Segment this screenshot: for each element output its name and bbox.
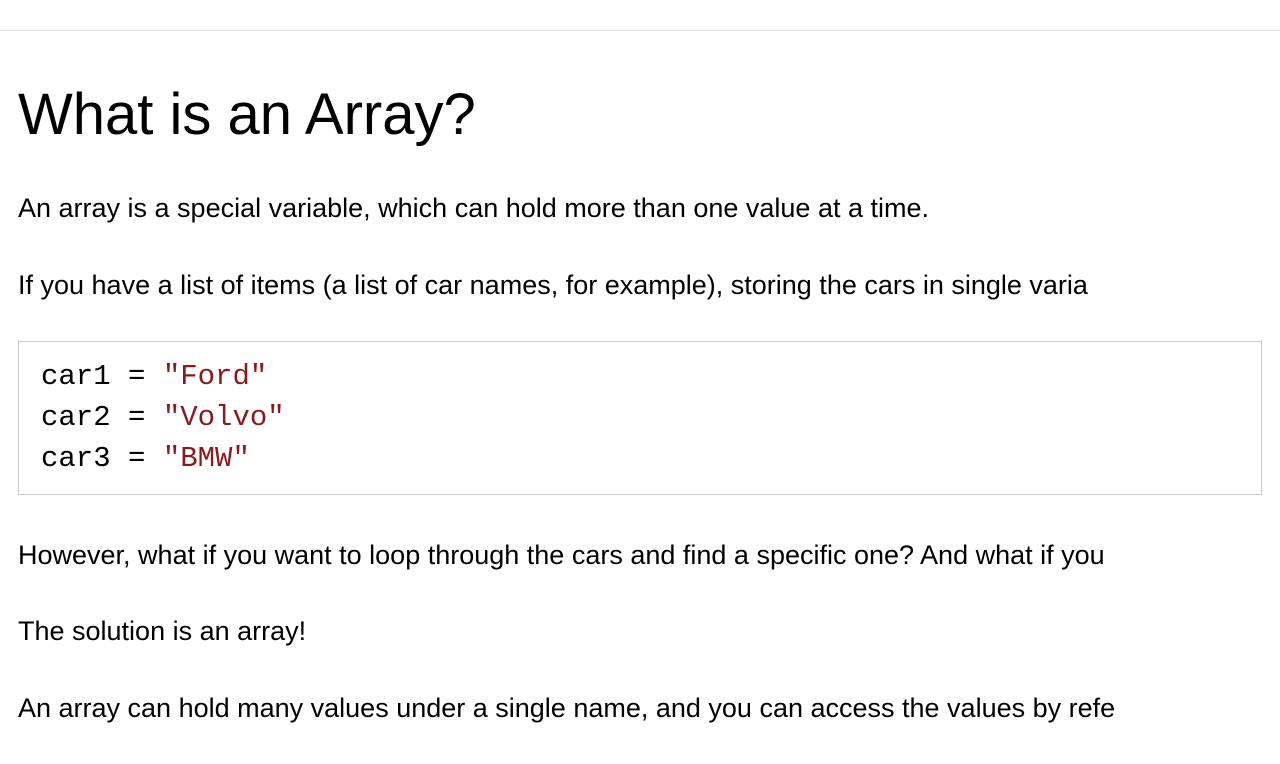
- code-operator: =: [128, 360, 163, 393]
- paragraph-question: However, what if you want to loop throug…: [18, 535, 1262, 576]
- code-string: "BMW": [163, 442, 250, 475]
- code-operator: =: [128, 401, 163, 434]
- code-variable: car1: [41, 360, 128, 393]
- code-variable: car3: [41, 442, 128, 475]
- code-example: car1 = "Ford" car2 = "Volvo" car3 = "BMW…: [18, 341, 1262, 495]
- code-string: "Volvo": [163, 401, 285, 434]
- paragraph-example-intro: If you have a list of items (a list of c…: [18, 265, 1262, 306]
- code-string: "Ford": [163, 360, 267, 393]
- article-content: What is an Array? An array is a special …: [0, 31, 1280, 728]
- paragraph-solution: The solution is an array!: [18, 611, 1262, 652]
- paragraph-explanation: An array can hold many values under a si…: [18, 688, 1262, 729]
- code-line-3: car3 = "BMW": [41, 438, 1239, 479]
- code-line-1: car1 = "Ford": [41, 356, 1239, 397]
- page-heading: What is an Array?: [18, 81, 1262, 148]
- code-line-2: car2 = "Volvo": [41, 397, 1239, 438]
- code-operator: =: [128, 442, 163, 475]
- code-variable: car2: [41, 401, 128, 434]
- paragraph-intro: An array is a special variable, which ca…: [18, 188, 1262, 229]
